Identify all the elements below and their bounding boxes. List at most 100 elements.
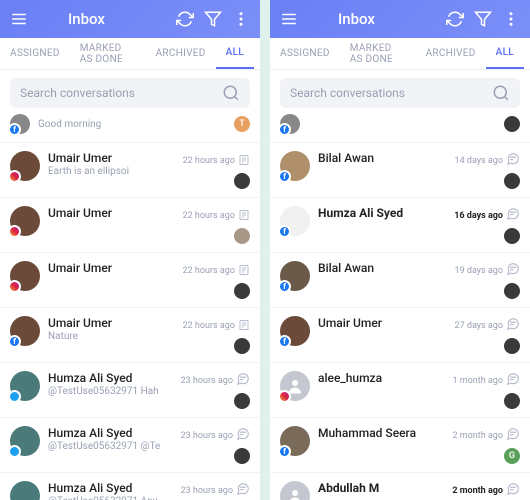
conversation-item[interactable]: Humza Ali Syed @TestUse05632971 Any 23 h… [0,473,260,500]
search-bar[interactable] [280,78,520,108]
header-title: Inbox [338,10,436,28]
search-icon[interactable] [492,84,510,102]
conversation-list[interactable]: f f Bilal Awan 14 days ago f Humza Ali S… [270,114,530,500]
filter-icon[interactable] [474,10,492,28]
refresh-icon[interactable] [446,10,464,28]
document-icon [238,151,250,170]
item-meta: 22 hours ago [183,206,250,244]
conversation-item[interactable]: alee_humza 1 month ago [270,363,530,418]
item-meta: 22 hours ago [183,151,250,189]
menu-icon[interactable] [10,10,28,28]
conversation-item[interactable]: Umair Umer Earth is an ellipsoi 22 hours… [0,143,260,198]
avatar[interactable]: f [10,114,30,134]
header-title: Inbox [68,10,166,28]
avatar[interactable]: f [280,261,310,291]
conversation-item[interactable]: Humza Ali Syed @TestUse05632971 @Te 23 h… [0,418,260,473]
tab-assigned[interactable]: ASSIGNED [0,38,70,69]
more-icon[interactable] [502,10,520,28]
avatar[interactable]: f [10,316,40,346]
contact-name: Umair Umer [48,261,175,275]
agent-avatar: T [234,116,250,132]
avatar[interactable] [10,426,40,456]
app-header: Inbox [270,0,530,38]
conversation-item[interactable]: f Umair Umer 27 days ago [270,308,530,363]
conversation-list[interactable]: f Good morning T Umair Umer Earth is an … [0,114,260,500]
fb-badge-icon: f [278,280,291,293]
refresh-icon[interactable] [176,10,194,28]
item-content: Humza Ali Syed @TestUse05632971 Any [48,481,173,500]
fb-badge-icon: f [278,335,291,348]
avatar[interactable] [280,371,310,401]
avatar[interactable]: f [280,481,310,500]
agent-avatar [504,283,520,299]
timestamp: 2 month ago [452,486,503,496]
avatar[interactable] [10,206,40,236]
message-preview: @TestUse05632971 Hah [48,386,173,397]
avatar[interactable]: f [280,316,310,346]
tab-all[interactable]: ALL [216,38,254,69]
timestamp: 22 hours ago [183,266,235,276]
tab-archived[interactable]: ARCHIVED [416,38,486,69]
item-meta: 23 hours ago [181,371,250,409]
conversation-item[interactable]: f Good morning T [0,114,260,143]
conversation-item[interactable]: f [270,114,530,143]
contact-name: Humza Ali Syed [318,206,446,220]
chat-icon [506,151,520,170]
fb-badge-icon: f [278,170,291,183]
timestamp: 22 hours ago [183,211,235,221]
avatar[interactable] [10,261,40,291]
ig-badge-icon [8,280,21,293]
item-meta: 27 days ago [455,316,520,354]
search-input[interactable] [290,86,492,100]
avatar[interactable]: f [280,151,310,181]
search-input[interactable] [20,86,222,100]
timestamp: 22 hours ago [183,321,235,331]
item-meta: 14 days ago [455,151,520,189]
avatar[interactable] [10,481,40,500]
contact-name: Humza Ali Syed [48,481,173,495]
search-bar[interactable] [10,78,250,108]
conversation-item[interactable]: f Humza Ali Syed 16 days ago [270,198,530,253]
message-preview: @TestUse05632971 Any [48,496,173,500]
timestamp: 1 month ago [452,376,503,386]
tab-done[interactable]: MARKED AS DONE [340,38,416,69]
contact-name: Humza Ali Syed [48,426,173,440]
timestamp: 16 days ago [454,211,503,221]
conversation-item[interactable]: f Bilal Awan 14 days ago [270,143,530,198]
contact-name: Bilal Awan [318,151,447,165]
timestamp: 23 hours ago [181,486,233,496]
conversation-item[interactable]: Humza Ali Syed @TestUse05632971 Hah 23 h… [0,363,260,418]
item-content: Umair Umer [48,206,175,220]
tab-assigned[interactable]: ASSIGNED [270,38,340,69]
document-icon [238,261,250,280]
contact-name: alee_humza [318,371,444,385]
tab-all[interactable]: ALL [486,38,524,69]
message-preview: @TestUse05632971 @Te [48,441,173,452]
avatar[interactable]: f [280,426,310,456]
fb-badge-icon: f [278,225,291,238]
item-meta: 1 month ago [452,371,520,409]
avatar[interactable] [10,371,40,401]
more-icon[interactable] [232,10,250,28]
fb-badge-icon: f [278,445,291,458]
search-icon[interactable] [222,84,240,102]
ig-badge-icon [278,390,291,403]
conversation-item[interactable]: f Umair Umer Nature 22 hours ago [0,308,260,363]
item-content: Humza Ali Syed @TestUse05632971 @Te [48,426,173,452]
conversation-item[interactable]: f Abdullah M 2 month ago [270,473,530,500]
contact-name: Bilal Awan [318,261,447,275]
tab-archived[interactable]: ARCHIVED [146,38,216,69]
agent-avatar [504,116,520,132]
avatar[interactable]: f [280,206,310,236]
conversation-item[interactable]: Umair Umer 22 hours ago [0,253,260,308]
conversation-item[interactable]: Umair Umer 22 hours ago [0,198,260,253]
avatar[interactable] [10,151,40,181]
conversation-item[interactable]: f Bilal Awan 19 days ago [270,253,530,308]
tab-done[interactable]: MARKED AS DONE [70,38,146,69]
menu-icon[interactable] [280,10,298,28]
avatar[interactable]: f [280,114,300,134]
conversation-item[interactable]: f Muhammad Seera 2 month ago G [270,418,530,473]
message-preview: Earth is an ellipsoi [48,166,175,177]
filter-icon[interactable] [204,10,222,28]
item-meta: 23 hours ago [181,426,250,464]
